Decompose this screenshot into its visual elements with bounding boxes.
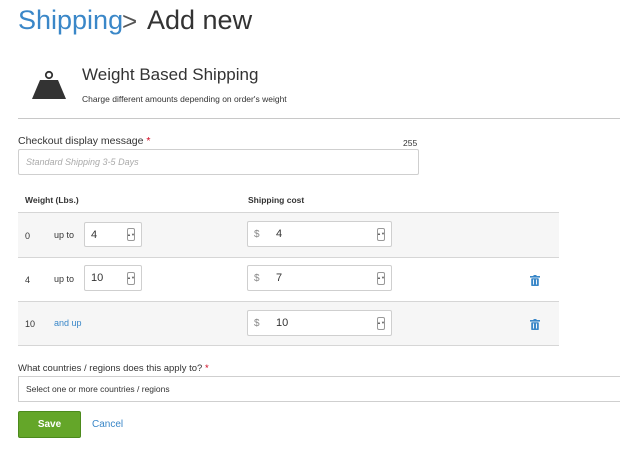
checkout-message-label: Checkout display message * [18, 135, 151, 147]
shipping-cost-input[interactable]: $ 10 ▲▼ [247, 310, 392, 336]
delete-row-icon[interactable] [530, 319, 540, 330]
char-limit-counter: 255 [403, 138, 418, 148]
breadcrumb-separator: > [122, 6, 138, 36]
countries-label-text: What countries / regions does this apply… [18, 363, 203, 374]
delete-row-icon[interactable] [530, 275, 540, 286]
cost-column-header: Shipping cost [248, 195, 305, 205]
countries-label: What countries / regions does this apply… [18, 363, 209, 374]
weight-connector: up to [54, 230, 75, 240]
required-marker: * [146, 135, 151, 147]
stepper-icon[interactable]: ▲▼ [127, 271, 135, 285]
checkout-message-placeholder: Standard Shipping 3-5 Days [26, 157, 139, 167]
breadcrumb-shipping-link[interactable]: Shipping [18, 5, 123, 36]
cancel-link[interactable]: Cancel [92, 419, 123, 430]
stepper-icon[interactable]: ▲▼ [127, 228, 135, 241]
checkout-message-input[interactable]: Standard Shipping 3-5 Days [18, 149, 419, 175]
shipping-cost-value: 7 [276, 272, 283, 284]
countries-placeholder: Select one or more countries / regions [26, 384, 170, 394]
stepper-icon[interactable]: ▲▼ [377, 271, 385, 285]
shipping-cost-input[interactable]: $ 4 ▲▼ [247, 221, 392, 247]
row-divider [18, 257, 559, 258]
weight-to-input[interactable]: 10 ▲▼ [84, 265, 142, 291]
checkout-message-label-text: Checkout display message [18, 135, 144, 147]
stepper-icon[interactable]: ▲▼ [377, 316, 385, 330]
weight-to-value: 10 [91, 272, 104, 284]
row-divider [18, 345, 559, 346]
currency-symbol: $ [254, 272, 260, 284]
weight-from: 4 [25, 275, 31, 285]
weight-column-header: Weight (Lbs.) [25, 195, 79, 205]
weight-to-value: 4 [91, 228, 98, 241]
countries-select[interactable]: Select one or more countries / regions [18, 376, 620, 402]
weight-icon [32, 70, 66, 99]
weight-from: 0 [25, 231, 31, 241]
required-marker: * [204, 363, 209, 374]
method-description: Charge different amounts depending on or… [82, 94, 287, 104]
save-button[interactable]: Save [18, 411, 81, 438]
shipping-cost-input[interactable]: $ 7 ▲▼ [247, 265, 392, 291]
shipping-cost-value: 10 [276, 317, 289, 329]
method-title: Weight Based Shipping [82, 65, 259, 84]
weight-from: 10 [25, 319, 36, 329]
currency-symbol: $ [254, 317, 260, 329]
weight-connector: up to [54, 274, 75, 284]
stepper-icon[interactable]: ▲▼ [377, 227, 385, 241]
weight-to-input[interactable]: 4 ▲▼ [84, 222, 142, 247]
currency-symbol: $ [254, 228, 260, 240]
and-up-link[interactable]: and up [54, 318, 82, 328]
section-divider [18, 118, 620, 119]
shipping-cost-value: 4 [276, 228, 283, 240]
page-title: Add new [147, 5, 253, 35]
